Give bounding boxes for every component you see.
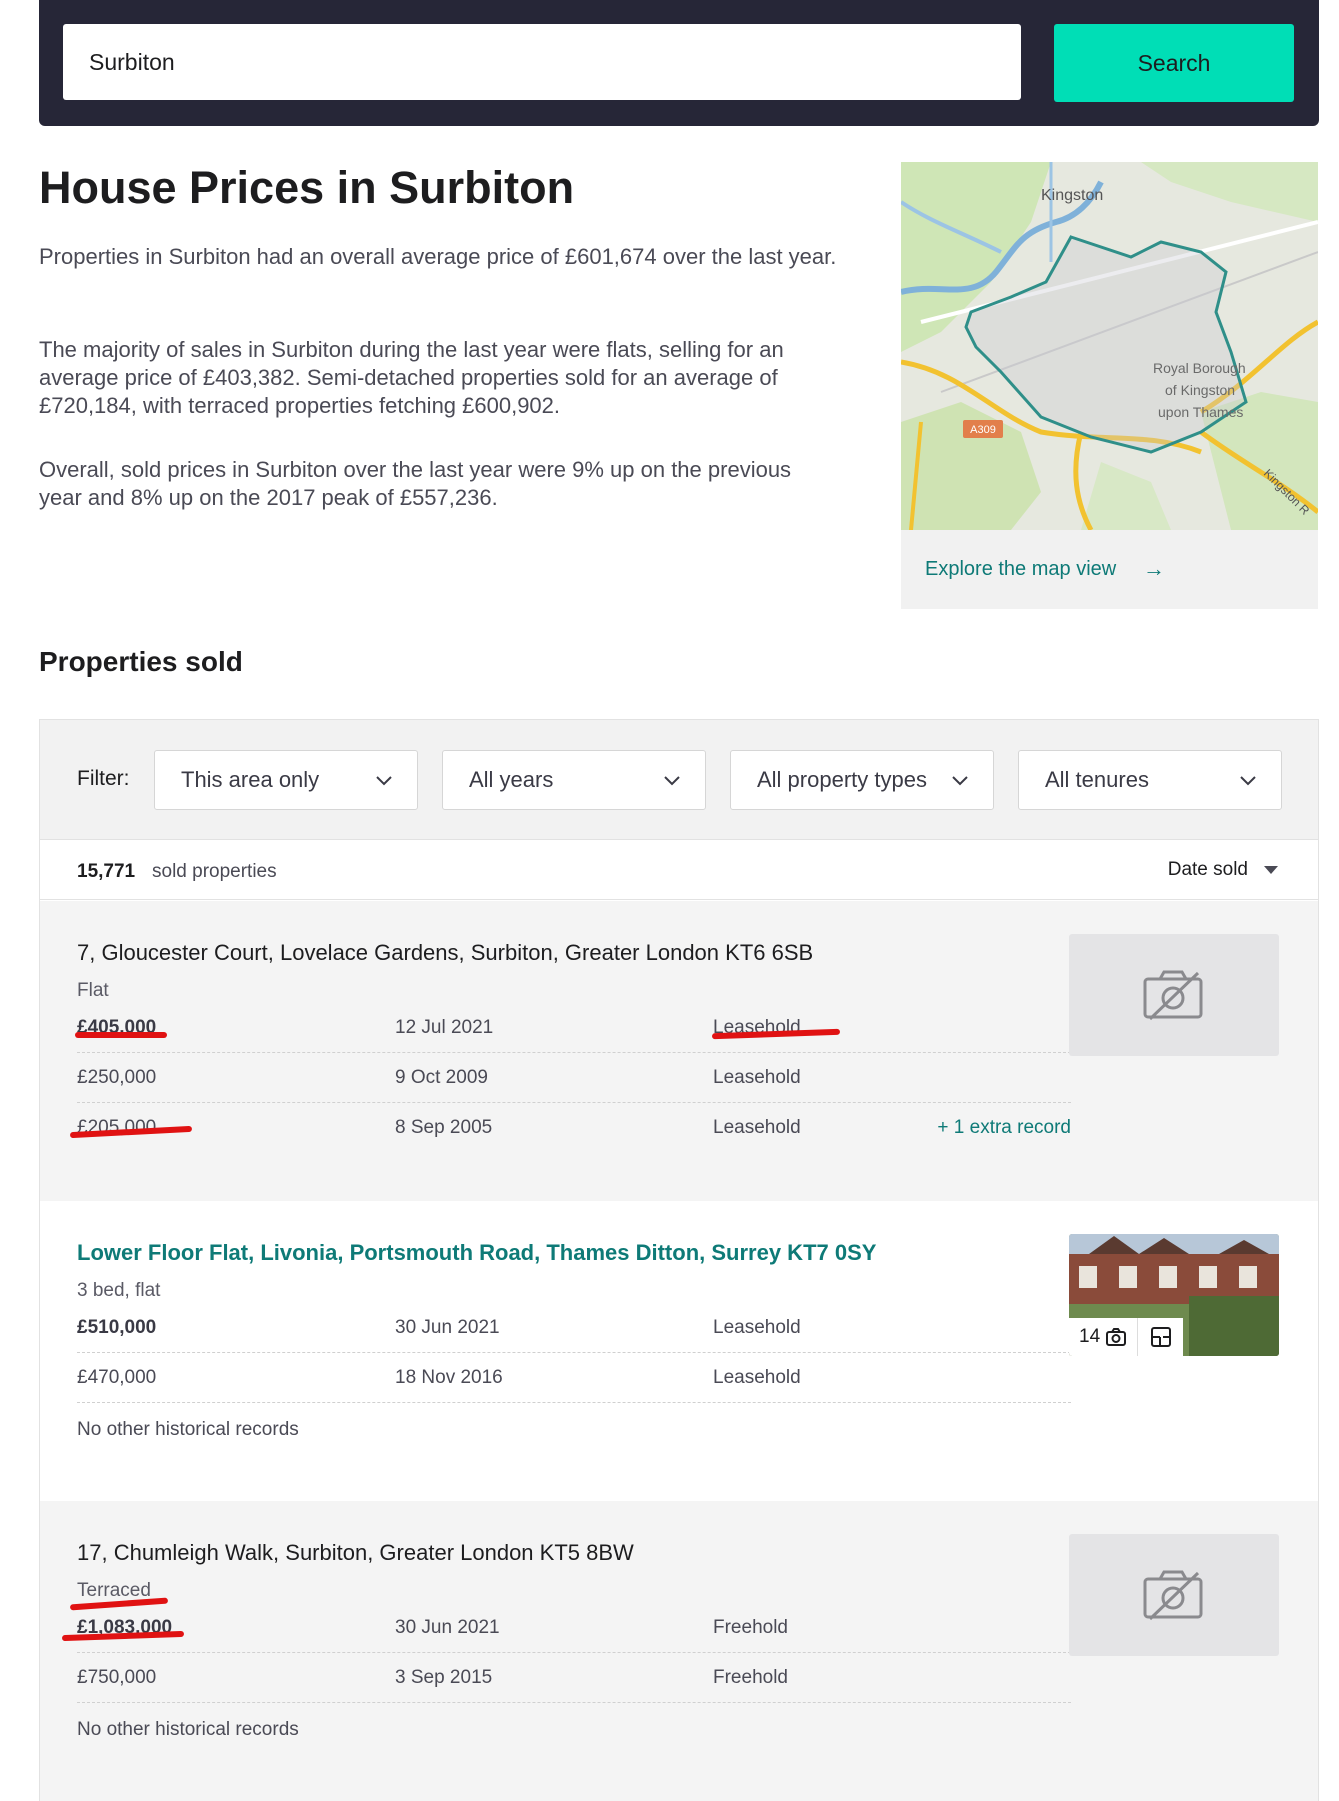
explore-map-link[interactable]: Explore the map view	[925, 558, 1116, 581]
page-title: House Prices in Surbiton	[39, 162, 575, 213]
section-title: Properties sold	[39, 646, 243, 677]
property-listing[interactable]: Lower Floor Flat, Livonia, Portsmouth Ro…	[40, 1201, 1318, 1501]
borough-label: of Kingston	[1165, 382, 1235, 398]
search-input[interactable]	[63, 24, 1021, 100]
extra-record-link[interactable]: + 1 extra record	[937, 1117, 1071, 1139]
map-card: A309 Kingston Royal Borough of Kingston …	[901, 162, 1318, 609]
tenure-filter-dropdown[interactable]: All tenures	[1018, 750, 1282, 810]
no-other-records: No other historical records	[77, 1419, 299, 1440]
property-photo[interactable]: 14	[1069, 1234, 1279, 1356]
property-type-filter-dropdown[interactable]: All property types	[730, 750, 994, 810]
floorplan-icon[interactable]	[1151, 1327, 1171, 1347]
map-image: A309 Kingston Royal Borough of Kingston …	[901, 162, 1318, 530]
search-button[interactable]: Search	[1054, 24, 1294, 102]
sale-date: 8 Sep 2005	[395, 1117, 493, 1138]
sale-date: 9 Oct 2009	[395, 1067, 488, 1088]
caret-down-icon	[1264, 866, 1278, 874]
property-address-link[interactable]: Lower Floor Flat, Livonia, Portsmouth Ro…	[77, 1240, 876, 1266]
badge-divider	[1137, 1318, 1138, 1356]
sale-record-row: £405,000 12 Jul 2021 Leasehold	[77, 1003, 1071, 1053]
sale-tenure: Leasehold	[713, 1117, 801, 1138]
results-panel: Filter: This area only All years All pro…	[39, 719, 1319, 1801]
sale-record-row: £1,083,000 30 Jun 2021 Freehold	[77, 1603, 1071, 1653]
filter-label: Filter:	[77, 767, 130, 790]
area-map[interactable]: A309 Kingston Royal Borough of Kingston …	[901, 162, 1318, 530]
year-filter-dropdown[interactable]: All years	[442, 750, 706, 810]
area-filter-dropdown[interactable]: This area only	[154, 750, 418, 810]
chevron-down-icon	[376, 776, 392, 786]
intro-paragraph: The majority of sales in Surbiton during…	[39, 337, 784, 418]
sort-label: Date sold	[1167, 859, 1248, 880]
property-type: Flat	[77, 980, 109, 1001]
results-count-label: sold properties	[152, 861, 277, 882]
chevron-down-icon	[952, 776, 968, 786]
arrow-right-icon[interactable]: →	[1143, 556, 1165, 582]
sale-tenure: Freehold	[713, 1617, 788, 1638]
road-label: A309	[970, 424, 996, 436]
sale-price: £470,000	[77, 1367, 157, 1388]
dropdown-value: All years	[469, 767, 554, 792]
chevron-down-icon	[664, 776, 680, 786]
sale-price: £250,000	[77, 1067, 157, 1088]
results-count-bar: 15,771 sold properties Date sold	[40, 841, 1318, 900]
property-address: 17, Chumleigh Walk, Surbiton, Greater Lo…	[77, 1540, 634, 1565]
filter-bar: Filter: This area only All years All pro…	[40, 720, 1318, 840]
dropdown-value: This area only	[181, 767, 320, 792]
dropdown-value: All tenures	[1045, 767, 1149, 792]
chevron-down-icon	[1240, 776, 1256, 786]
results-count: 15,771	[77, 861, 136, 882]
sale-price: £510,000	[77, 1317, 157, 1338]
sale-date: 12 Jul 2021	[395, 1017, 494, 1038]
sale-record-row: £510,000 30 Jun 2021 Leasehold	[77, 1303, 1071, 1353]
intro-paragraph: Overall, sold prices in Surbiton over th…	[39, 457, 792, 510]
town-label: Kingston	[1041, 187, 1103, 204]
property-listing[interactable]: 7, Gloucester Court, Lovelace Gardens, S…	[40, 901, 1318, 1201]
property-thumbnail[interactable]	[1069, 934, 1279, 1056]
property-address: 7, Gloucester Court, Lovelace Gardens, S…	[77, 940, 814, 965]
camera-icon	[1106, 1328, 1127, 1346]
sale-record-row: £205,000 8 Sep 2005 Leasehold + 1 extra …	[77, 1103, 1071, 1153]
no-photo-icon	[1143, 970, 1203, 1021]
borough-label: Royal Borough	[1153, 360, 1246, 376]
sale-tenure: Freehold	[713, 1667, 788, 1688]
sale-record-row: £250,000 9 Oct 2009 Leasehold	[77, 1053, 1071, 1103]
sale-date: 18 Nov 2016	[395, 1367, 503, 1388]
sale-date: 3 Sep 2015	[395, 1667, 493, 1688]
sale-record-row: £470,000 18 Nov 2016 Leasehold	[77, 1353, 1071, 1403]
sort-dropdown[interactable]: Date sold	[1168, 859, 1278, 881]
photo-count-badge[interactable]: 14	[1069, 1318, 1183, 1356]
search-bar: Search	[39, 0, 1319, 126]
borough-label: upon Thames	[1158, 404, 1243, 420]
property-thumbnail[interactable]	[1069, 1534, 1279, 1656]
photo-count: 14	[1079, 1326, 1101, 1347]
annotation-underline	[75, 1032, 167, 1038]
no-photo-icon	[1143, 1570, 1203, 1621]
sale-tenure: Leasehold	[713, 1317, 801, 1338]
property-listing[interactable]: 17, Chumleigh Walk, Surbiton, Greater Lo…	[40, 1501, 1318, 1801]
no-other-records: No other historical records	[77, 1719, 299, 1740]
sale-price: £750,000	[77, 1667, 157, 1688]
property-type: 3 bed, flat	[77, 1280, 161, 1301]
sale-date: 30 Jun 2021	[395, 1317, 500, 1338]
sale-tenure: Leasehold	[713, 1067, 801, 1088]
intro-paragraph: Properties in Surbiton had an overall av…	[39, 244, 837, 269]
sale-tenure: Leasehold	[713, 1367, 801, 1388]
dropdown-value: All property types	[757, 767, 927, 792]
sale-date: 30 Jun 2021	[395, 1617, 500, 1638]
sale-record-row: £750,000 3 Sep 2015 Freehold	[77, 1653, 1071, 1703]
